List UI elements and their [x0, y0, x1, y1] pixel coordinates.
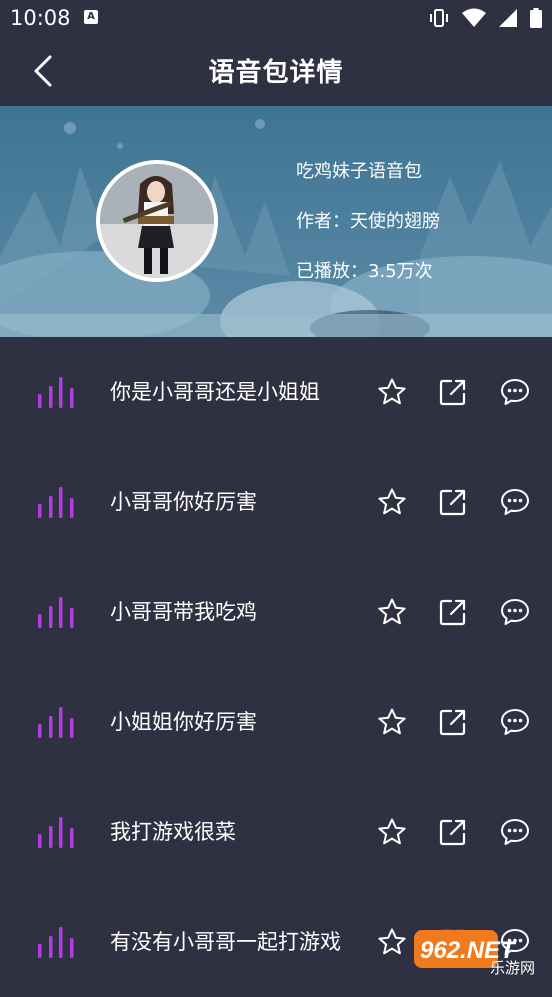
- star-icon[interactable]: [377, 597, 407, 627]
- share-icon[interactable]: [438, 817, 468, 847]
- vibrate-icon: [430, 9, 448, 27]
- battery-icon: [530, 8, 542, 28]
- audio-wave-icon[interactable]: [37, 706, 75, 740]
- watermark-subtext: 乐游网: [490, 959, 535, 976]
- clip-title: 我打游戏很菜: [110, 820, 236, 844]
- audio-wave-icon[interactable]: [37, 596, 75, 630]
- comment-icon[interactable]: [500, 597, 530, 627]
- comment-icon[interactable]: [500, 707, 530, 737]
- clip-row[interactable]: 你是小哥哥还是小姐姐: [0, 337, 552, 447]
- audio-wave-icon[interactable]: [37, 816, 75, 850]
- star-icon[interactable]: [377, 707, 407, 737]
- clip-title: 你是小哥哥还是小姐姐: [110, 380, 320, 404]
- pack-name: 吃鸡妹子语音包: [296, 161, 422, 182]
- nav-bar: 语音包详情: [0, 36, 552, 106]
- status-icons: [428, 8, 542, 28]
- star-icon[interactable]: [377, 817, 407, 847]
- avatar-image: [100, 164, 214, 278]
- pack-banner: 吃鸡妹子语音包 作者：天使的翅膀 已播放：3.5万次: [0, 106, 552, 337]
- clip-title: 小哥哥带我吃鸡: [110, 600, 257, 624]
- status-time: 10:08: [10, 6, 71, 30]
- pack-info: 吃鸡妹子语音包 作者：天使的翅膀 已播放：3.5万次: [296, 156, 440, 306]
- star-icon[interactable]: [377, 927, 407, 957]
- signal-icon: [499, 9, 517, 27]
- audio-wave-icon[interactable]: [37, 376, 75, 410]
- clip-row[interactable]: 小哥哥你好厉害: [0, 447, 552, 557]
- pack-avatar: [96, 160, 218, 282]
- clip-list: 你是小哥哥还是小姐姐 小哥哥你好厉害 小哥哥带我吃鸡 小姐姐你好厉害 我打游戏很…: [0, 337, 552, 997]
- clip-title: 小哥哥你好厉害: [110, 490, 257, 514]
- audio-wave-icon[interactable]: [37, 926, 75, 960]
- star-icon[interactable]: [377, 487, 407, 517]
- clip-row[interactable]: 小姐姐你好厉害: [0, 667, 552, 777]
- comment-icon[interactable]: [500, 377, 530, 407]
- clip-row[interactable]: 小哥哥带我吃鸡: [0, 557, 552, 667]
- pack-play-count: 已播放：3.5万次: [296, 261, 433, 282]
- share-icon[interactable]: [438, 707, 468, 737]
- share-icon[interactable]: [438, 487, 468, 517]
- watermark-logo-art: 962.NET 乐游网: [414, 930, 535, 977]
- audio-wave-icon[interactable]: [37, 486, 75, 520]
- clip-title: 小姐姐你好厉害: [110, 710, 257, 734]
- wifi-icon: [462, 8, 486, 27]
- comment-icon[interactable]: [500, 817, 530, 847]
- notification-a-icon: A: [84, 10, 98, 24]
- pack-author: 作者：天使的翅膀: [296, 211, 440, 232]
- share-icon[interactable]: [438, 597, 468, 627]
- clip-row[interactable]: 我打游戏很菜: [0, 777, 552, 887]
- page-title: 语音包详情: [208, 58, 344, 88]
- star-icon[interactable]: [377, 377, 407, 407]
- share-icon[interactable]: [438, 377, 468, 407]
- banner-background-art: [0, 106, 552, 337]
- comment-icon[interactable]: [500, 487, 530, 517]
- status-bar: 10:08 A: [0, 0, 552, 36]
- watermark-logo: 962.NET 乐游网: [412, 926, 548, 977]
- clip-title: 有没有小哥哥一起打游戏: [110, 930, 341, 954]
